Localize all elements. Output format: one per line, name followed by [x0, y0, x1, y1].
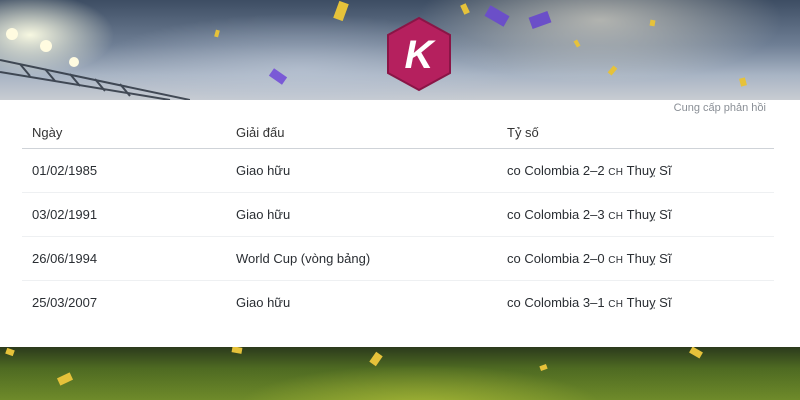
home-team: Colombia: [524, 295, 580, 310]
confetti-piece: [268, 68, 288, 85]
header-competition: Giải đấu: [226, 118, 497, 149]
confetti-piece: [369, 351, 383, 367]
results-panel: Cung cấp phản hồi Ngày Giải đấu Tỷ số 01…: [0, 100, 800, 347]
match-result: co Colombia 2–2 ch Thuỵ Sĩ: [497, 148, 774, 193]
away-flag-code: ch: [608, 255, 624, 266]
home-team: Colombia: [524, 163, 580, 178]
home-flag-code: co: [507, 207, 521, 222]
confetti-piece: [333, 0, 349, 22]
logo-letter: K: [405, 33, 437, 77]
match-date: 03/02/1991: [22, 192, 226, 237]
away-team: Thuỵ Sĩ: [626, 251, 672, 266]
match-competition: Giao hữu: [236, 295, 291, 310]
confetti-piece: [56, 372, 74, 386]
table-row: 01/02/1985 Giao hữu co Colombia 2–2 ch T…: [22, 148, 774, 193]
stadium-grass-banner: [0, 347, 800, 400]
match-competition: Giao hữu: [226, 148, 497, 193]
confetti-piece: [484, 5, 510, 27]
brand-logo: K: [387, 16, 451, 92]
away-flag-code: ch: [608, 211, 624, 222]
match-score: 2–3: [582, 207, 605, 222]
home-flag-code: co: [507, 163, 521, 178]
away-team: Thuỵ Sĩ: [626, 163, 672, 178]
confetti-piece: [689, 347, 703, 359]
header-score: Tỷ số: [497, 118, 774, 149]
away-flag-code: ch: [608, 167, 624, 178]
home-team: Colombia: [524, 251, 580, 266]
confetti-piece: [649, 19, 656, 27]
match-result: co Colombia 2–0 ch Thuỵ Sĩ: [497, 236, 774, 281]
table-row: 25/03/2007 Giao hữu co Colombia 3–1 ch T…: [22, 281, 774, 325]
home-flag-code: co: [507, 251, 521, 266]
table-row: 03/02/1991 Giao hữu co Colombia 2–3 ch T…: [22, 192, 774, 237]
confetti-piece: [460, 3, 470, 15]
floodlight-rig: [0, 28, 190, 100]
away-team: Thuỵ Sĩ: [626, 207, 672, 222]
match-date: 25/03/2007: [32, 295, 98, 310]
confetti-piece: [528, 10, 552, 30]
table-row: 26/06/1994 World Cup (vòng bảng) co Colo…: [22, 236, 774, 281]
match-date: 01/02/1985: [22, 148, 226, 193]
feedback-link[interactable]: Cung cấp phản hồi: [674, 102, 766, 114]
confetti-piece: [607, 65, 618, 76]
match-score: 2–0: [582, 251, 605, 266]
match-date: 26/06/1994: [22, 236, 226, 281]
match-result: co Colombia 3–1 ch Thuỵ Sĩ: [497, 281, 774, 325]
away-flag-code: ch: [608, 299, 624, 310]
away-team: Thuỵ Sĩ: [626, 295, 672, 310]
stadium-sky-banner: K: [0, 0, 800, 100]
match-score: 3–1: [582, 295, 605, 310]
confetti-piece: [739, 77, 747, 87]
confetti-piece: [231, 347, 243, 354]
confetti-piece: [573, 39, 581, 48]
match-score: 2–2: [582, 163, 605, 178]
confetti-piece: [539, 363, 548, 372]
head-to-head-table: Ngày Giải đấu Tỷ số 01/02/1985 Giao hữu …: [22, 118, 774, 324]
confetti-piece: [5, 347, 15, 357]
match-result: co Colombia 2–3 ch Thuỵ Sĩ: [497, 192, 774, 237]
home-flag-code: co: [507, 295, 521, 310]
home-team: Colombia: [524, 207, 580, 222]
match-competition: Giao hữu: [226, 192, 497, 237]
header-date: Ngày: [22, 118, 226, 149]
confetti-piece: [214, 29, 220, 38]
table-header-row: Ngày Giải đấu Tỷ số: [22, 118, 774, 149]
match-competition: World Cup (vòng bảng): [226, 236, 497, 281]
